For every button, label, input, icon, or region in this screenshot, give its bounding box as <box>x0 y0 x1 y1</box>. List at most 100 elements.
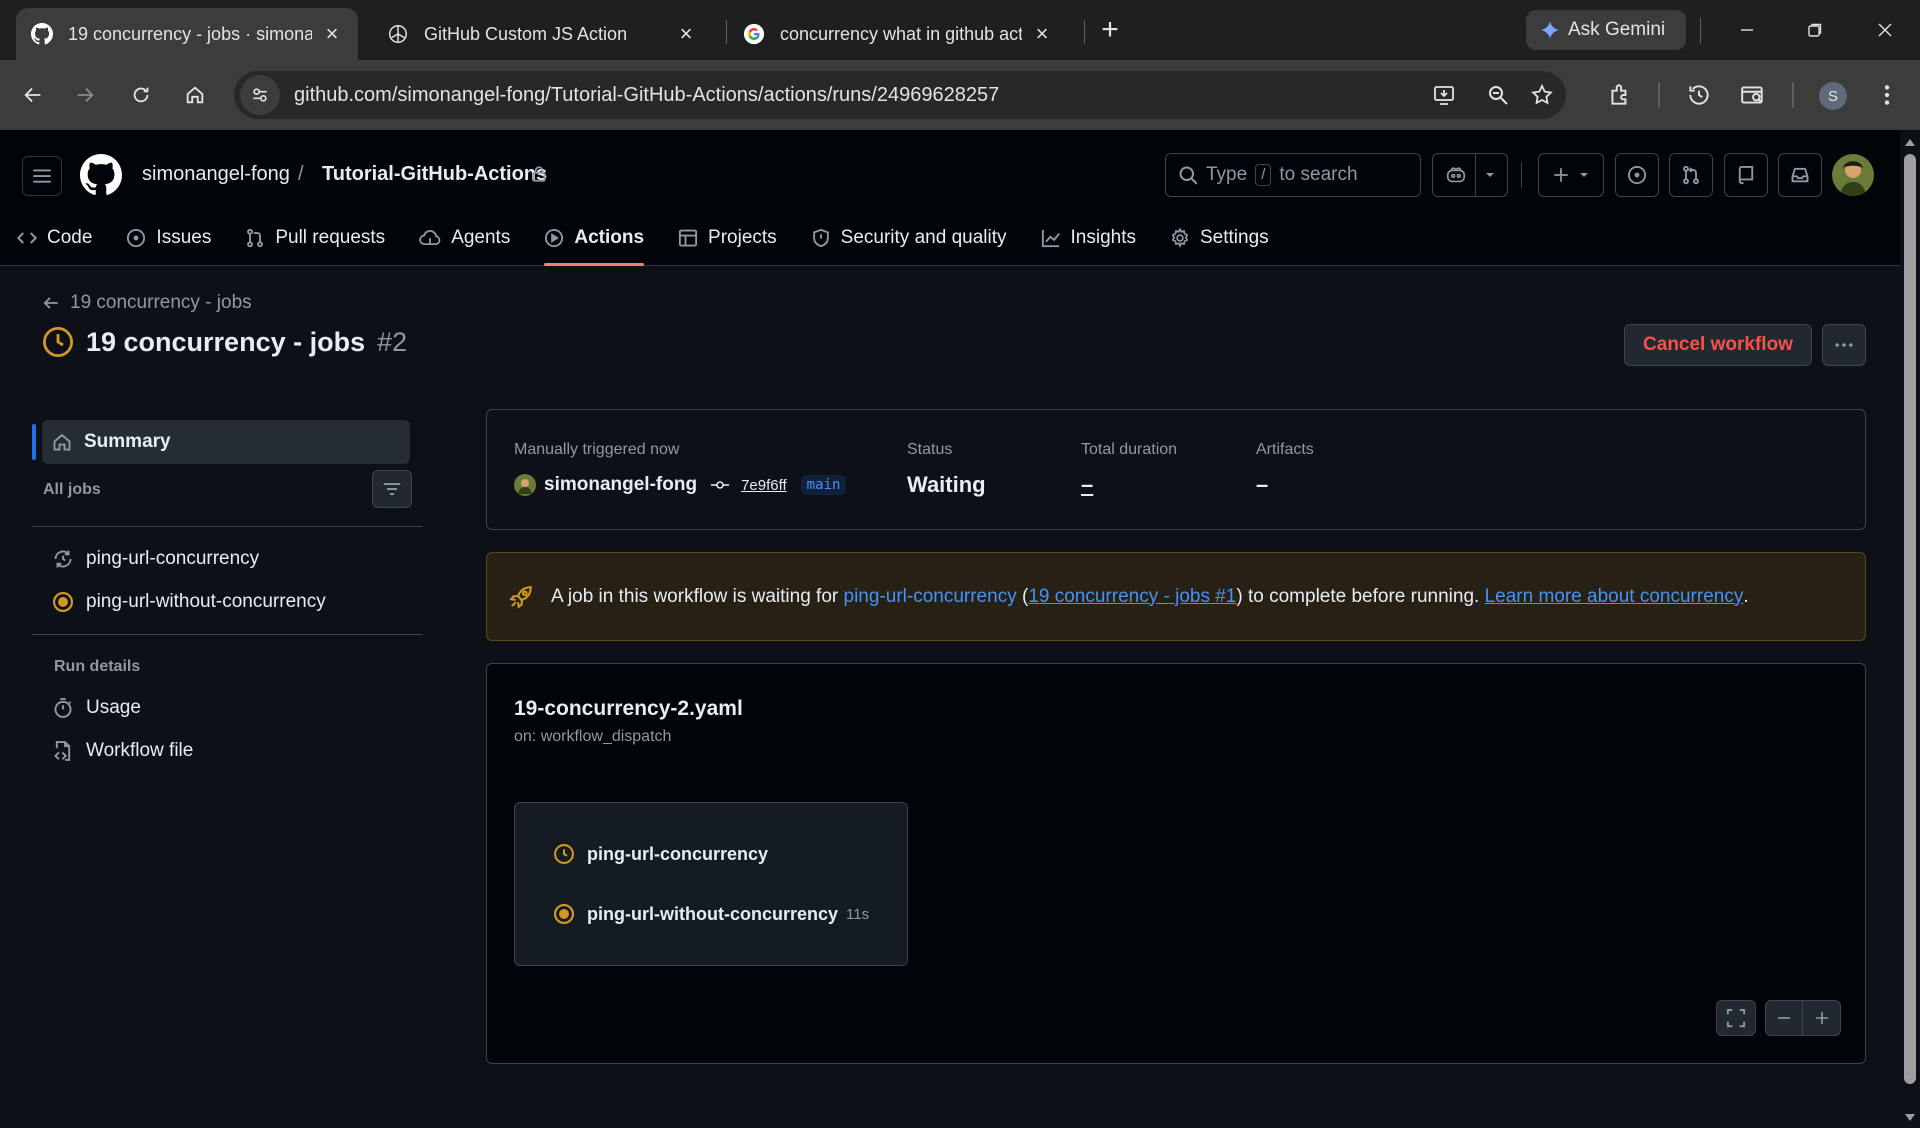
close-tab-icon[interactable]: × <box>674 21 698 46</box>
tab-code[interactable]: Code <box>0 210 109 266</box>
notifications-button[interactable] <box>1778 153 1822 197</box>
zoom-in-button[interactable] <box>1803 1001 1840 1035</box>
notice-text-post: . <box>1743 585 1749 607</box>
tab-settings[interactable]: Settings <box>1153 210 1286 266</box>
branch-badge[interactable]: main <box>800 475 847 495</box>
cancel-workflow-button[interactable]: Cancel workflow <box>1624 324 1812 366</box>
browser-tab[interactable]: concurrency what in github actions × <box>728 8 1068 60</box>
workflow-trigger: on: workflow_dispatch <box>514 728 672 745</box>
github-logo-icon[interactable] <box>80 154 122 196</box>
tab-projects[interactable]: Projects <box>661 210 794 266</box>
repo-navigation: Code Issues Pull requests Agents Actions… <box>0 210 1286 266</box>
browser-tab-strip: 19 concurrency - jobs · simonangel-fong … <box>0 0 1920 60</box>
inbox-icon <box>1791 167 1809 183</box>
learn-more-concurrency-link[interactable]: Learn more about concurrency <box>1485 586 1744 608</box>
back-arrow-icon[interactable] <box>16 78 50 112</box>
pull-request-icon <box>247 228 264 248</box>
tab-label: Settings <box>1199 227 1269 248</box>
close-tab-icon[interactable]: × <box>320 21 344 46</box>
scroll-up-arrow-icon[interactable] <box>1904 138 1916 148</box>
url-text: github.com/simonangel-fong/Tutorial-GitH… <box>294 83 1000 106</box>
minus-icon <box>1778 1017 1790 1019</box>
git-commit-icon <box>711 481 730 489</box>
sidebar-job-item[interactable]: ping-url-concurrency <box>52 548 259 570</box>
issue-opened-icon <box>127 228 146 248</box>
tab-security[interactable]: Security and quality <box>794 210 1024 266</box>
extensions-icon[interactable] <box>1607 82 1631 106</box>
repositories-button[interactable] <box>1724 153 1768 197</box>
tab-label: Agents <box>451 227 511 248</box>
home-icon[interactable] <box>178 78 212 112</box>
tab-actions[interactable]: Actions <box>527 210 661 266</box>
address-bar[interactable]: github.com/simonangel-fong/Tutorial-GitH… <box>234 71 1566 119</box>
tab-search-icon[interactable] <box>1740 82 1764 106</box>
run-summary-card: Manually triggered now simonangel-fong 7… <box>486 409 1866 530</box>
all-jobs-heading: All jobs <box>43 481 101 498</box>
actor-name[interactable]: simonangel-fong <box>544 474 697 496</box>
gemini-sparkle-icon <box>1540 20 1560 40</box>
more-options-button[interactable] <box>1822 324 1866 366</box>
run-details-heading: Run details <box>54 658 141 675</box>
fullscreen-button[interactable] <box>1716 1000 1756 1036</box>
minimize-window-icon[interactable] <box>1724 12 1770 48</box>
history-icon[interactable] <box>1686 82 1710 106</box>
clock-waiting-icon <box>42 326 74 358</box>
new-tab-button[interactable]: + <box>1096 14 1124 46</box>
tab-pull-requests[interactable]: Pull requests <box>228 210 402 266</box>
arrow-left-icon <box>43 297 58 309</box>
sidebar-item-workflow-file[interactable]: Workflow file <box>52 740 193 762</box>
notice-job-link[interactable]: ping-url-concurrency <box>844 586 1017 608</box>
breadcrumb-repo[interactable]: Tutorial-GitHub-Actions <box>322 163 547 186</box>
hamburger-menu-icon[interactable] <box>22 156 62 196</box>
pull-requests-button[interactable] <box>1669 153 1713 197</box>
graph-job-item[interactable]: ping-url-concurrency <box>553 843 768 865</box>
user-avatar[interactable] <box>1832 154 1874 196</box>
private-lock-icon <box>530 164 548 184</box>
reload-icon[interactable] <box>124 78 158 112</box>
copilot-button[interactable] <box>1432 153 1508 197</box>
tab-separator <box>1084 20 1085 44</box>
notice-run-link[interactable]: 19 concurrency - jobs #1 <box>1028 586 1236 608</box>
search-input[interactable]: Type / to search <box>1165 153 1421 197</box>
duration-value[interactable]: – <box>1081 472 1093 498</box>
github-favicon-icon <box>30 22 54 46</box>
scrollbar-thumb[interactable] <box>1904 154 1916 1084</box>
restore-window-icon[interactable] <box>1792 12 1838 48</box>
tab-issues[interactable]: Issues <box>109 210 228 266</box>
close-window-icon[interactable] <box>1862 12 1908 48</box>
sidebar-item-summary[interactable]: Summary <box>42 420 410 464</box>
filter-jobs-button[interactable] <box>372 470 412 508</box>
browser-tab[interactable]: GitHub Custom JS Action × <box>372 8 712 60</box>
close-tab-icon[interactable]: × <box>1030 21 1054 46</box>
create-new-button[interactable] <box>1538 153 1604 197</box>
ask-gemini-button[interactable]: Ask Gemini <box>1526 10 1686 50</box>
screen-full-icon <box>1726 1008 1746 1028</box>
tab-agents[interactable]: Agents <box>402 210 527 266</box>
bookmark-star-icon[interactable] <box>1530 83 1554 107</box>
sidebar-active-indicator <box>32 424 36 460</box>
back-to-workflow-link[interactable]: 19 concurrency - jobs <box>42 292 252 314</box>
sidebar-divider <box>32 526 422 527</box>
graph-job-item[interactable]: ping-url-without-concurrency 11s <box>553 903 869 925</box>
forward-arrow-icon[interactable] <box>68 78 102 112</box>
tab-insights[interactable]: Insights <box>1024 210 1153 266</box>
sidebar-item-usage[interactable]: Usage <box>52 697 141 719</box>
browser-profile-avatar[interactable]: S <box>1819 82 1847 110</box>
table-icon <box>678 229 698 247</box>
issues-button[interactable] <box>1615 153 1659 197</box>
breadcrumb-owner[interactable]: simonangel-fong <box>142 163 290 186</box>
window-separator <box>1700 18 1701 44</box>
install-app-icon[interactable] <box>1432 83 1456 107</box>
actor-avatar[interactable] <box>514 474 536 496</box>
zoom-icon[interactable] <box>1486 83 1510 107</box>
zoom-out-button[interactable] <box>1766 1001 1803 1035</box>
browser-tab-active[interactable]: 19 concurrency - jobs · simonangel-fong … <box>16 8 358 60</box>
job-group-box: ping-url-concurrency ping-url-without-co… <box>514 802 908 966</box>
browser-menu-icon[interactable] <box>1874 82 1898 106</box>
commit-sha-link[interactable]: 7e9f6ff <box>741 477 787 494</box>
sidebar-job-item[interactable]: ping-url-without-concurrency <box>52 591 326 613</box>
site-info-icon[interactable] <box>240 75 280 115</box>
notice-text-pre: A job in this workflow is waiting for <box>551 585 839 607</box>
sidebar-workflow-file-label: Workflow file <box>86 740 194 761</box>
scroll-down-arrow-icon[interactable] <box>1904 1112 1916 1122</box>
